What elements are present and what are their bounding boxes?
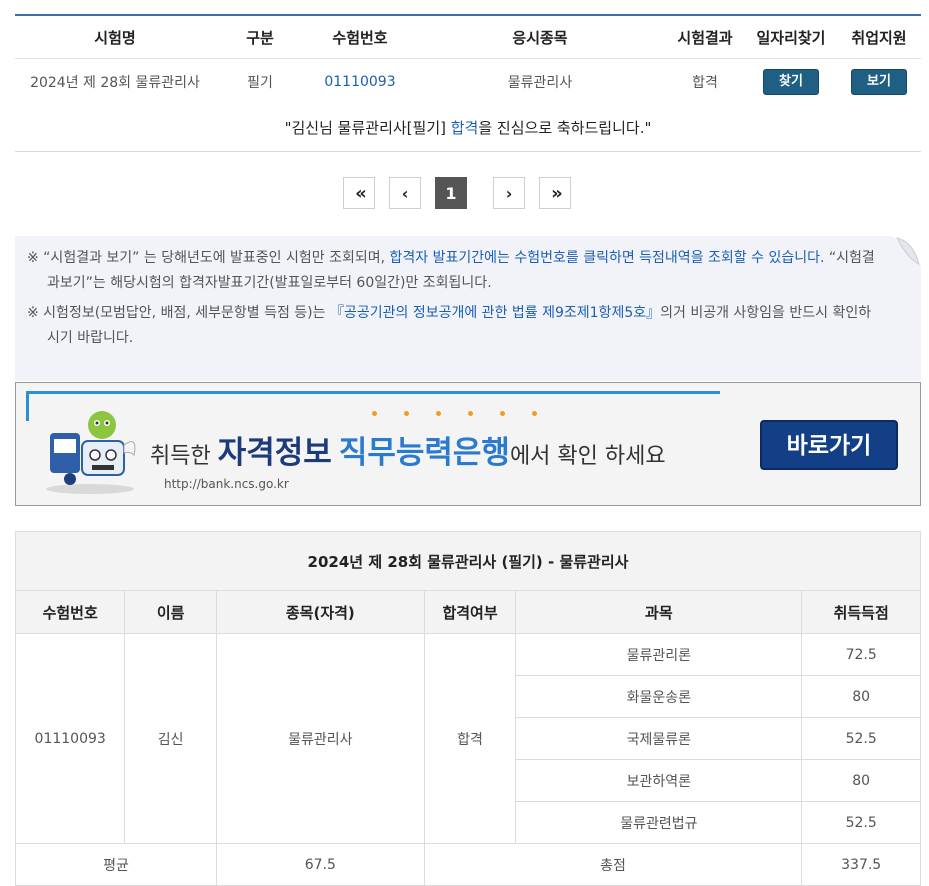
support-view-button[interactable]: 보기 [851, 69, 907, 95]
detail-pass: 합격 [423, 633, 517, 844]
subject-score: 72.5 [801, 633, 921, 676]
go-button[interactable]: 바로가기 [760, 420, 898, 470]
prev-page-button[interactable]: ‹ [389, 177, 421, 209]
subject-name: 화물운송론 [515, 675, 803, 718]
table-row: 01110093 김신 물류관리사 합격 물류관리론 72.5 [14, 633, 921, 844]
subject-name: 물류관리론 [515, 633, 803, 676]
ncs-bank-banner[interactable]: 취득한 자격정보 직무능력은행에서 확인 하세요 http://bank.ncs… [15, 382, 921, 506]
notice-line-2: ※ 시험정보(모범답안, 배점, 세부문항별 득점 등)는 『공공기관의 정보공… [27, 305, 872, 346]
detail-header-qualification: 종목(자격) [215, 590, 425, 634]
detail-header-subject: 과목 [515, 590, 803, 634]
notice-box: ※ “시험결과 보기” 는 당해년도에 발표중인 시험만 조회되며, 합격자 발… [15, 236, 921, 381]
header-support: 취업지원 [851, 28, 907, 47]
subject-score: 80 [801, 675, 921, 718]
average-value: 67.5 [215, 843, 425, 886]
banner-message: 취득한 자격정보 직무능력은행에서 확인 하세요 [150, 435, 666, 471]
subject-score: 80 [801, 759, 921, 802]
header-subject: 응시종목 [512, 28, 568, 47]
congrats-suffix: 을 진심으로 축하드립니다." [478, 119, 652, 137]
subject-name: 국제물류론 [515, 717, 803, 760]
banner-highlight-bank: 직무능력은행 [338, 435, 510, 471]
summary-row: 2024년 제 28회 물류관리사 필기 01110093 물류관리사 합격 찾… [15, 59, 921, 105]
page-1-button[interactable]: 1 [435, 177, 467, 209]
detail-header-score: 취득득점 [801, 590, 921, 634]
detail-header-name: 이름 [124, 590, 217, 634]
detail-exam-number: 01110093 [14, 633, 126, 844]
average-label: 평균 [15, 843, 217, 886]
banner-highlight-qualification: 자격정보 [217, 435, 332, 471]
detail-name: 김신 [124, 633, 217, 844]
header-type: 구분 [246, 28, 274, 47]
subject-name: 보관하역론 [515, 759, 803, 802]
pagination: « ‹ 1 › » [343, 177, 571, 209]
total-value: 337.5 [801, 843, 921, 886]
subject-score: 52.5 [801, 717, 921, 760]
next-page-button[interactable]: › [493, 177, 525, 209]
page-fold-icon [893, 236, 921, 266]
congrats-highlight: 합격 [450, 119, 479, 137]
banner-decor-vline [26, 391, 29, 421]
notice-law-reference: 『공공기관의 정보공개에 관한 법률 제9조제1항제5호』 [329, 305, 661, 321]
detail-header-exam-number: 수험번호 [14, 590, 126, 634]
detail-qualification: 물류관리사 [215, 633, 425, 844]
banner-url: http://bank.ncs.go.kr [164, 477, 289, 491]
last-page-button[interactable]: » [539, 177, 571, 209]
header-exam-name: 시험명 [94, 28, 136, 47]
congrats-prefix: "김신님 물류관리사[필기] [284, 119, 451, 137]
detail-header-pass: 합격여부 [423, 590, 517, 634]
exam-subject: 물류관리사 [507, 75, 573, 91]
exam-result-summary: 시험명 구분 수험번호 응시종목 시험결과 일자리찾기 취업지원 2024년 제… [15, 14, 921, 152]
total-label: 총점 [423, 843, 803, 886]
banner-decor-line [26, 391, 720, 394]
exam-result: 합격 [692, 75, 718, 91]
detail-header-row: 수험번호 이름 종목(자격) 합격여부 과목 취득득점 [14, 590, 921, 634]
first-page-button[interactable]: « [343, 177, 375, 209]
notice-line-1: ※ “시험결과 보기” 는 당해년도에 발표중인 시험만 조회되며, 합격자 발… [27, 250, 875, 291]
score-detail-table: 2024년 제 28회 물류관리사 (필기) - 물류관리사 수험번호 이름 종… [14, 531, 921, 886]
exam-type: 필기 [247, 75, 273, 91]
notice-highlight-1: 합격자 발표기간에는 수험번호를 클릭하면 득점내역을 조회할 수 있습니다. [389, 250, 825, 266]
subject-name: 물류관련법규 [515, 801, 803, 844]
mascot-character-icon [46, 411, 136, 494]
summary-header-row: 시험명 구분 수험번호 응시종목 시험결과 일자리찾기 취업지원 [15, 16, 921, 59]
detail-caption-row: 2024년 제 28회 물류관리사 (필기) - 물류관리사 [15, 531, 921, 591]
subject-score: 52.5 [801, 801, 921, 844]
find-job-button[interactable]: 찾기 [763, 69, 819, 95]
detail-caption: 2024년 제 28회 물류관리사 (필기) - 물류관리사 [15, 531, 921, 591]
summary-total-row: 평균 67.5 총점 337.5 [15, 843, 921, 886]
header-result: 시험결과 [677, 28, 733, 47]
exam-number-link[interactable]: 01110093 [324, 74, 395, 90]
banner-decor-dots [372, 411, 564, 416]
congrats-message: "김신님 물류관리사[필기] 합격을 진심으로 축하드립니다." [15, 105, 921, 152]
header-find-job: 일자리찾기 [756, 28, 826, 47]
exam-name: 2024년 제 28회 물류관리사 [30, 75, 200, 91]
header-exam-number: 수험번호 [332, 28, 388, 47]
